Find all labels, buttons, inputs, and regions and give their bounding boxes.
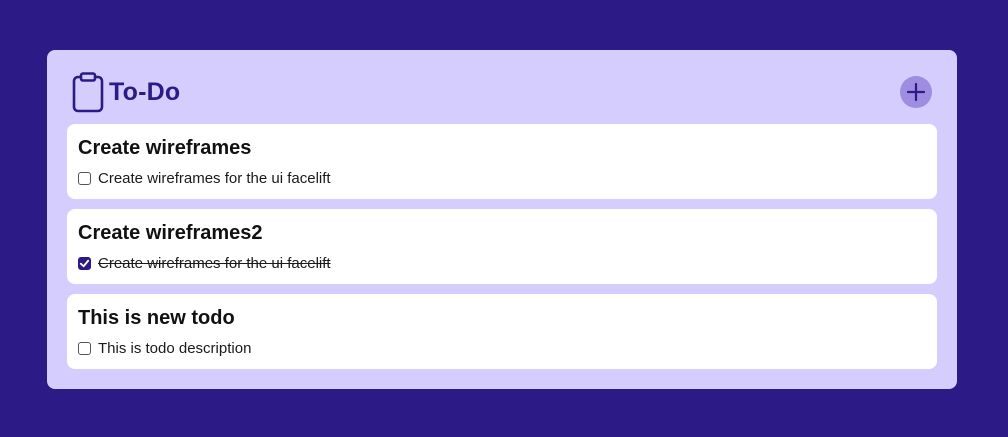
- todo-row: Create wireframes for the ui facelift: [78, 255, 331, 272]
- todo-description: This is todo description: [98, 340, 252, 357]
- todo-checkbox[interactable]: [78, 342, 91, 355]
- clipboard-icon: [71, 71, 105, 113]
- todo-card: Create wireframes2 Create wireframes for…: [67, 209, 937, 284]
- todo-description: Create wireframes for the ui facelift: [98, 255, 331, 272]
- todo-card: Create wireframes Create wireframes for …: [67, 124, 937, 199]
- checkmark-icon: [79, 259, 90, 268]
- panel-header: To-Do: [71, 70, 180, 114]
- todo-title: Create wireframes: [78, 137, 252, 159]
- todo-description: Create wireframes for the ui facelift: [98, 170, 331, 187]
- todo-checkbox[interactable]: [78, 257, 91, 270]
- todo-panel: To-Do Create wireframes Create wireframe…: [47, 50, 957, 389]
- page-title: To-Do: [109, 77, 181, 106]
- todo-row: Create wireframes for the ui facelift: [78, 170, 331, 187]
- todo-row: This is todo description: [78, 340, 251, 357]
- todo-title: This is new todo: [78, 307, 235, 329]
- plus-icon: [906, 82, 926, 102]
- todo-list: Create wireframes Create wireframes for …: [67, 124, 937, 379]
- todo-card: This is new todo This is todo descriptio…: [67, 294, 937, 369]
- add-todo-button[interactable]: [900, 76, 932, 108]
- todo-title: Create wireframes2: [78, 222, 263, 244]
- todo-checkbox[interactable]: [78, 172, 91, 185]
